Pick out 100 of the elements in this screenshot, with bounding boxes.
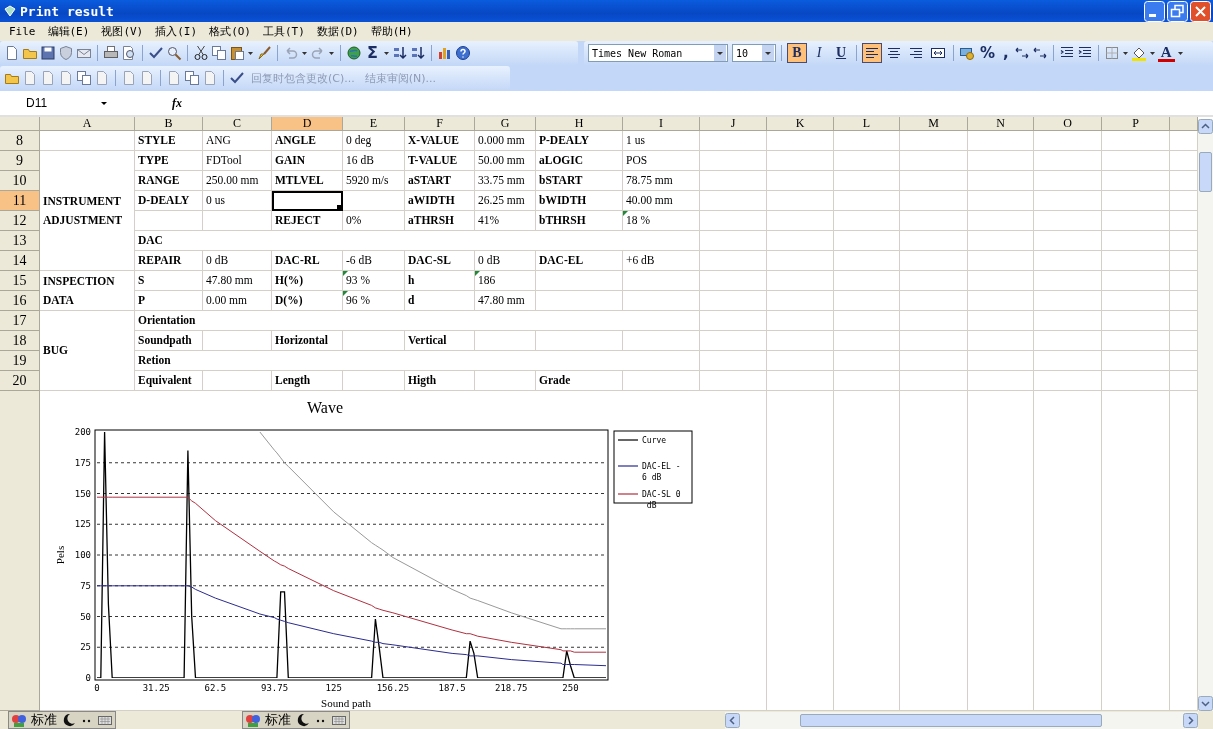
minimize-button[interactable] [1144,0,1165,22]
empty-cell[interactable] [968,131,1034,151]
empty-cell[interactable] [900,151,968,171]
table-cell[interactable]: bWIDTH [536,191,623,211]
empty-cell[interactable] [767,311,834,331]
table-cell[interactable]: +6 dB [623,251,700,271]
autosum-button[interactable]: Σ [364,44,381,62]
checkmark-icon[interactable] [148,45,164,61]
decimal-arrows-icon[interactable] [1031,45,1048,61]
empty-cell[interactable] [834,171,900,191]
empty-cell[interactable] [767,131,834,151]
menu-item[interactable]: 帮助(H) [365,24,418,39]
table-cell[interactable]: Horizontal [272,331,343,351]
clipboard-icon[interactable] [229,45,245,61]
table-cell[interactable]: POS [623,151,700,171]
table-cell[interactable]: 0 us [203,191,272,211]
column-header[interactable]: O [1034,117,1102,131]
close-button[interactable] [1190,0,1211,22]
input-mode-button[interactable]: 标准 [263,711,293,729]
empty-cell[interactable] [1034,211,1102,231]
empty-cell[interactable] [1102,371,1170,391]
empty-cell[interactable] [700,371,767,391]
empty-cell[interactable] [834,231,900,251]
column-header[interactable]: L [834,117,900,131]
table-cell[interactable]: Vertical [405,331,475,351]
table-cell[interactable]: 0.000 mm [475,131,536,151]
table-cell[interactable]: 5920 m/s [343,171,405,191]
column-header[interactable]: K [767,117,834,131]
empty-cell[interactable] [968,211,1034,231]
empty-cell[interactable] [834,271,900,291]
column-header[interactable]: N [968,117,1034,131]
table-cell[interactable]: RANGE [135,171,203,191]
empty-cell[interactable] [968,311,1034,331]
scroll-thumb[interactable] [1199,152,1212,192]
empty-cell[interactable] [834,151,900,171]
row-header[interactable]: 18 [0,331,40,351]
row-header[interactable]: 14 [0,251,40,271]
column-header[interactable]: J [700,117,767,131]
empty-cell[interactable] [1102,151,1170,171]
vertical-scrollbar[interactable] [1198,119,1213,711]
scroll-down-button[interactable] [1198,696,1213,711]
table-cell[interactable]: DAC-EL [536,251,623,271]
empty-cell[interactable] [1034,371,1102,391]
table-cell[interactable]: GAIN [272,151,343,171]
empty-cell[interactable] [900,371,968,391]
magnifier-page-icon[interactable] [121,45,137,61]
empty-cell[interactable] [1034,271,1102,291]
help-icon[interactable] [454,45,471,61]
menu-item[interactable]: 编辑(E) [42,24,95,39]
table-cell[interactable]: 1 us [623,131,700,151]
empty-cell[interactable] [767,171,834,191]
column-header[interactable]: D [272,117,343,131]
table-cell[interactable]: Grade [536,371,623,391]
ime-logo-icon[interactable] [245,712,261,728]
table-cell[interactable]: 26.25 mm [475,191,536,211]
sort-icon[interactable] [391,45,408,61]
empty-cell[interactable] [834,291,900,311]
column-header[interactable]: G [475,117,536,131]
table-cell[interactable]: aTHRSH [405,211,475,231]
table-cell[interactable]: 0.00 mm [203,291,272,311]
table-cell[interactable]: ANGLE [272,131,343,151]
menu-item[interactable]: File [4,25,41,38]
column-header[interactable]: I [623,117,700,131]
empty-cell[interactable] [767,211,834,231]
empty-cell[interactable] [1034,171,1102,191]
column-header[interactable]: E [343,117,405,131]
empty-cell[interactable] [968,191,1034,211]
empty-cell[interactable] [1034,131,1102,151]
page-icon[interactable] [166,70,182,86]
table-cell[interactable]: Length [272,371,343,391]
table-cell[interactable]: bTHRSH [536,211,623,231]
scroll-right-button[interactable] [1183,712,1198,728]
table-cell[interactable]: 47.80 mm [203,271,272,291]
shield-icon[interactable] [58,45,74,61]
decimal-arrows-icon[interactable] [1013,45,1030,61]
empty-cell[interactable] [1102,311,1170,331]
empty-cell[interactable] [1034,251,1102,271]
row-header[interactable]: 8 [0,131,40,151]
empty-cell[interactable] [767,251,834,271]
table-cell[interactable]: 33.75 mm [475,171,536,191]
empty-cell[interactable] [767,291,834,311]
empty-cell[interactable] [900,291,968,311]
row-header[interactable]: 13 [0,231,40,251]
column-header[interactable]: H [536,117,623,131]
brush-icon[interactable] [256,45,272,61]
empty-cell[interactable] [900,211,968,231]
table-cell[interactable]: 41% [475,211,536,231]
table-cell[interactable]: 50.00 mm [475,151,536,171]
empty-cell[interactable] [1102,291,1170,311]
page-icon[interactable] [139,70,155,86]
empty-cell[interactable] [968,351,1034,371]
select-all-button[interactable] [0,117,40,131]
table-cell[interactable]: aSTART [405,171,475,191]
empty-cell[interactable] [900,351,968,371]
empty-cell[interactable] [1102,351,1170,371]
column-header[interactable]: F [405,117,475,131]
menu-item[interactable]: 格式(O) [204,24,256,39]
table-cell[interactable]: h [405,271,475,291]
empty-cell[interactable] [1034,311,1102,331]
empty-cell[interactable] [834,211,900,231]
